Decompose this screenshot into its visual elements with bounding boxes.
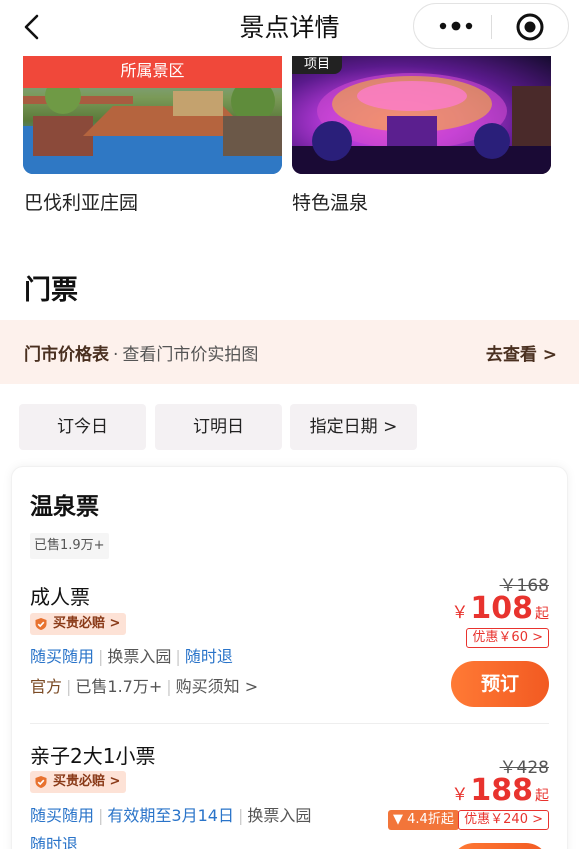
feature-separator: | bbox=[175, 647, 181, 666]
flame-icon: ▼ bbox=[393, 812, 403, 827]
feature-project-name[interactable]: 特色温泉 bbox=[292, 188, 368, 215]
ticket-features: 随买随用 | 换票入园 | 随时退 bbox=[30, 643, 233, 667]
sale-price: ￥188 起 bbox=[451, 773, 549, 808]
shield-check-icon bbox=[35, 776, 47, 788]
tickets-section-title: 门票 bbox=[24, 275, 78, 306]
scenic-area-badge: 所属景区 bbox=[23, 56, 282, 88]
currency-symbol: ￥ bbox=[451, 785, 469, 805]
scenic-area-name[interactable]: 巴伐利亚庄园 bbox=[24, 188, 138, 215]
target-circle-icon[interactable] bbox=[515, 12, 545, 42]
gate-price-text: 门市价格表 · 查看门市价实拍图 bbox=[24, 340, 258, 365]
coupon-badge[interactable]: 优惠￥60 > bbox=[466, 628, 549, 648]
feature-exchange-entry: 换票入园 bbox=[247, 806, 312, 825]
price-guarantee-badge[interactable]: 买贵必赔 > bbox=[30, 771, 127, 793]
feature-refund-anytime: 随时退 bbox=[30, 835, 79, 849]
feature-use-anytime: 随买随用 bbox=[30, 647, 95, 666]
ticket-name[interactable]: 亲子2大1小票 bbox=[30, 740, 155, 769]
separator-dot: · bbox=[113, 345, 119, 365]
meta-separator: | bbox=[66, 677, 72, 696]
gate-price-banner[interactable]: 门市价格表 · 查看门市价实拍图 去查看 > bbox=[0, 320, 579, 384]
price-guarantee-label: 买贵必赔 > bbox=[53, 774, 121, 789]
price-guarantee-label: 买贵必赔 > bbox=[53, 616, 121, 631]
ticket-features-extra: 随时退 bbox=[30, 831, 78, 849]
nav-bar: 景点详情 bbox=[0, 0, 579, 56]
book-today-button[interactable]: 订今日 bbox=[19, 404, 146, 450]
ticket-name[interactable]: 成人票 bbox=[30, 581, 90, 610]
currency-symbol: ￥ bbox=[451, 603, 469, 623]
sold-count-badge: 已售1.9万+ bbox=[30, 533, 109, 559]
scenic-area-card[interactable]: 所属景区 bbox=[23, 56, 282, 174]
purchase-notice-link[interactable]: 购买须知 > bbox=[176, 677, 259, 696]
feature-use-anytime: 随买随用 bbox=[30, 806, 95, 825]
discount-badge: ▼ 4.4折起 bbox=[388, 810, 459, 830]
feature-project-card[interactable]: 项目 bbox=[292, 56, 551, 174]
shield-check-icon bbox=[35, 618, 47, 630]
price-guarantee-badge[interactable]: 买贵必赔 > bbox=[30, 613, 127, 635]
book-tomorrow-button[interactable]: 订明日 bbox=[155, 404, 282, 450]
price-suffix: 起 bbox=[535, 788, 549, 804]
price-suffix: 起 bbox=[535, 606, 549, 622]
feature-refund-anytime: 随时退 bbox=[184, 647, 233, 666]
gate-price-title: 门市价格表 bbox=[24, 345, 109, 365]
ticket-category-title: 温泉票 bbox=[30, 494, 99, 520]
feature-separator: | bbox=[98, 806, 104, 825]
official-tag: 官方 bbox=[30, 677, 63, 696]
ticket-meta: 官方 | 已售1.7万+ | 购买须知 > bbox=[30, 673, 258, 697]
view-gate-price-link[interactable]: 去查看 > bbox=[486, 340, 557, 365]
book-button[interactable]: 预订 bbox=[451, 843, 549, 849]
discount-label: 4.4折起 bbox=[407, 812, 454, 827]
sale-price: ￥108 起 bbox=[451, 591, 549, 626]
ticket-sold-count: 已售1.7万+ bbox=[75, 677, 163, 696]
feature-separator: | bbox=[237, 806, 244, 825]
more-dots-icon[interactable] bbox=[436, 15, 476, 37]
price-value: 188 bbox=[470, 773, 533, 808]
ticket-divider bbox=[30, 723, 549, 724]
pick-date-button[interactable]: 指定日期 > bbox=[290, 404, 417, 450]
feature-valid-until: 有效期至3月14日 bbox=[107, 806, 234, 825]
capsule-divider bbox=[491, 15, 492, 39]
book-button[interactable]: 预订 bbox=[451, 661, 549, 707]
ticket-panel: 温泉票 已售1.9万+ 成人票 买贵必赔 > 随买随用 | 换票入园 | 随时退 官方 |… bbox=[11, 466, 568, 849]
project-badge: 项目 bbox=[292, 56, 343, 74]
price-value: 108 bbox=[470, 591, 533, 626]
coupon-badge[interactable]: 优惠￥240 > bbox=[458, 810, 549, 830]
feature-exchange-entry: 换票入园 bbox=[107, 647, 172, 666]
mini-program-capsule bbox=[413, 3, 569, 49]
meta-separator: | bbox=[166, 677, 172, 696]
gate-price-subtitle: 查看门市价实拍图 bbox=[122, 345, 259, 365]
feature-separator: | bbox=[98, 647, 104, 666]
ticket-features: 随买随用 | 有效期至3月14日 | 换票入园 bbox=[30, 802, 311, 826]
